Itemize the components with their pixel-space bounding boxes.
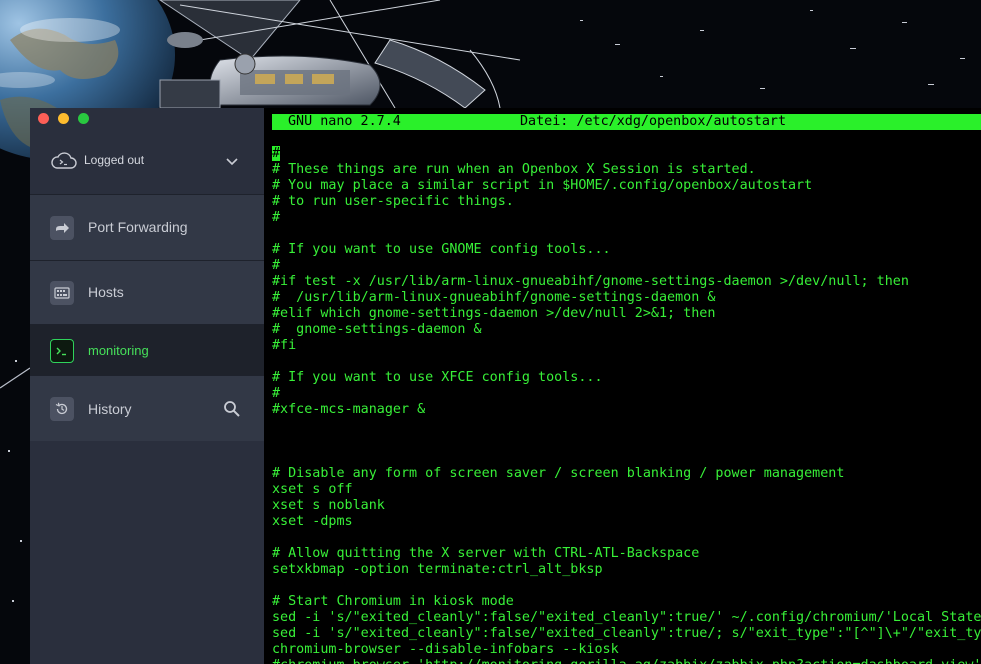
terminal-icon	[50, 339, 74, 363]
terminal-pane[interactable]: GNU nano 2.7.4 Datei: /etc/xdg/openbox/a…	[272, 114, 981, 664]
account-switcher[interactable]: Logged out	[30, 132, 264, 194]
sidebar-item-label: Port Forwarding	[88, 219, 188, 235]
code-line: xset -dpms	[272, 514, 353, 529]
text-cursor: #	[272, 146, 281, 161]
history-icon	[50, 397, 74, 421]
code-line: # gnome-settings-daemon &	[272, 322, 482, 337]
search-icon[interactable]	[223, 400, 241, 423]
nano-title-bar: GNU nano 2.7.4 Datei: /etc/xdg/openbox/a…	[272, 114, 981, 130]
file-content[interactable]: # # These things are run when an Openbox …	[272, 146, 981, 664]
code-line: xset s off	[272, 482, 353, 497]
code-line: #fi	[272, 338, 297, 353]
nano-file-name: Datei: /etc/xdg/openbox/autostart	[520, 114, 787, 129]
code-line: # Start Chromium in kiosk mode	[272, 594, 514, 609]
code-line: # to run user-specific things.	[272, 194, 514, 209]
port-forwarding-icon	[50, 216, 74, 240]
app-window: Logged out Port Forwarding Hosts monitor…	[30, 108, 981, 664]
code-line: xset s noblank	[272, 498, 385, 513]
code-line: #	[272, 210, 281, 225]
account-status: Logged out	[84, 153, 145, 167]
code-line: sed -i 's/"exited_cleanly":false/"exited…	[272, 610, 981, 625]
sidebar-item-label: monitoring	[88, 343, 149, 358]
code-line: #	[272, 146, 981, 162]
code-line: # Allow quitting the X server with CTRL-…	[272, 546, 700, 561]
code-line: # If you want to use GNOME config tools.…	[272, 242, 611, 257]
code-line: # If you want to use XFCE config tools..…	[272, 370, 603, 385]
sidebar-item-monitoring[interactable]: monitoring	[30, 324, 264, 375]
code-line: # You may place a similar script in $HOM…	[272, 178, 813, 193]
code-line: #if test -x /usr/lib/arm-linux-gnueabihf…	[272, 274, 909, 289]
code-line: # These things are run when an Openbox X…	[272, 162, 756, 177]
sidebar-item-hosts[interactable]: Hosts	[30, 260, 264, 324]
code-line: #xfce-mcs-manager &	[272, 402, 426, 417]
sidebar: Logged out Port Forwarding Hosts monitor…	[30, 108, 264, 664]
code-line: # /usr/lib/arm-linux-gnueabihf/gnome-set…	[272, 290, 716, 305]
code-line: #	[272, 386, 281, 401]
code-line: #elif which gnome-settings-daemon >/dev/…	[272, 306, 716, 321]
chevron-down-icon[interactable]	[225, 154, 239, 172]
code-line: chromium-browser --disable-infobars --ki…	[272, 642, 619, 657]
code-line: #chromium-browser 'http://monitoring.gor…	[272, 658, 981, 664]
code-line: sed -i 's/"exited_cleanly":false/"exited…	[272, 626, 981, 641]
sidebar-item-port-forwarding[interactable]: Port Forwarding	[30, 194, 264, 260]
sidebar-item-label: Hosts	[88, 284, 124, 300]
cloud-terminal-icon	[50, 149, 78, 176]
code-line: #	[272, 258, 281, 273]
hosts-icon	[50, 281, 74, 305]
code-line: setxkbmap -option terminate:ctrl_alt_bks…	[272, 562, 603, 577]
sidebar-item-history[interactable]: History	[30, 375, 264, 441]
window-close-button[interactable]	[38, 113, 49, 124]
window-maximize-button[interactable]	[78, 113, 89, 124]
nano-version: GNU nano 2.7.4	[288, 114, 401, 129]
window-minimize-button[interactable]	[58, 113, 69, 124]
code-line: # Disable any form of screen saver / scr…	[272, 466, 845, 481]
sidebar-item-label: History	[88, 401, 132, 417]
